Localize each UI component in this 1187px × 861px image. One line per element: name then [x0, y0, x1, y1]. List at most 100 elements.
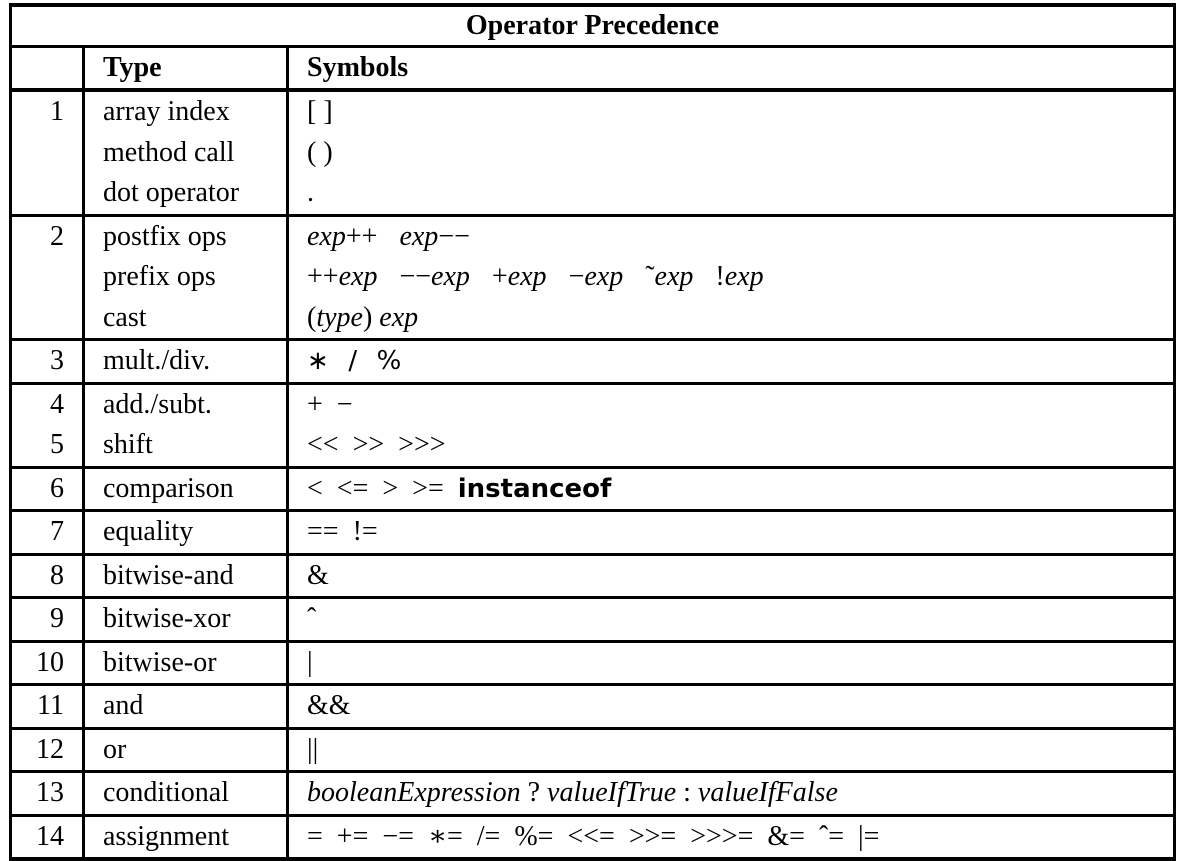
operator-type: conditional — [103, 777, 229, 808]
table-row: 11 and && — [9, 684, 1177, 730]
operator-type-cell: mult./div. — [82, 339, 289, 385]
table-row: 3 mult./div. ∗ / % — [9, 339, 1177, 385]
operator-type: or — [103, 733, 127, 765]
table-row: 2 postfix ops prefix ops cast exp++ exp−− ++ex… — [9, 215, 1177, 341]
operator-symbols: booleanExpression ? valueIfTrue : valueI… — [307, 773, 1173, 814]
operator-symbols-cell: && — [285, 684, 1177, 730]
operator-type-cell: or — [82, 728, 289, 773]
operator-type-cell: comparison — [82, 467, 289, 512]
operator-symbols: ˆ — [307, 599, 1173, 640]
precedence-level-cell: 13 — [9, 771, 85, 817]
symbol: . — [307, 177, 314, 208]
table-row: 13 conditional booleanExpression ? valueIf… — [9, 771, 1177, 817]
precedence-level: 14 — [36, 820, 64, 852]
table-row: 14 assignment = += −= ∗= /= %= <<= >>= >>>… — [9, 815, 1177, 861]
table-row: 6 comparison < <= > >= instanceof — [9, 467, 1177, 512]
symbol: ++ — [345, 220, 378, 252]
precedence-level: 9 — [50, 603, 64, 634]
precedence-level: 5 — [50, 429, 64, 460]
operator-type-cell: and — [82, 684, 289, 730]
symbol: ! — [715, 261, 725, 292]
symbol: ˆ — [307, 603, 317, 634]
operator-type: assignment — [103, 820, 229, 852]
operator-type: mult./div. — [103, 345, 211, 376]
operand: exp — [431, 261, 470, 292]
symbol: ∗ / % — [307, 346, 403, 376]
precedence-level-cell: 6 — [9, 467, 85, 512]
operator-type: array index — [103, 96, 230, 127]
operator-type: cast — [103, 301, 147, 333]
operator-type-cell: bitwise-and — [82, 554, 289, 599]
symbol: = += −= ∗= /= %= <<= >>= >>>= &= ˆ= |= — [307, 820, 880, 852]
symbol: ++ — [307, 261, 339, 292]
operator-type: equality — [103, 516, 194, 547]
precedence-level: 13 — [36, 777, 64, 808]
operator-symbols: ++exp −−exp +exp −exp ˜exp !exp — [307, 257, 1173, 298]
operator-symbols: ( ) — [307, 133, 1173, 174]
operator-symbols: exp++ exp−− — [307, 217, 1173, 258]
operator-symbols-cell: & — [285, 554, 1177, 599]
symbol: −− — [399, 261, 432, 292]
table-row: 4 5 add./subt. shift + − << >> >>> — [9, 383, 1177, 469]
symbol: + − — [307, 388, 353, 420]
precedence-level-cell: 14 — [9, 815, 85, 861]
operator-symbols: ∗ / % — [307, 341, 1173, 382]
operator-symbols: && — [307, 686, 1173, 727]
operator-type-cell: array index method call dot operator — [82, 90, 289, 217]
operator-type: method call — [103, 136, 235, 168]
symbol: − — [568, 261, 585, 292]
operator-type: bitwise-or — [103, 646, 217, 678]
operator-symbols-cell: = += −= ∗= /= %= <<= >>= >>>= &= ˆ= |= — [285, 815, 1177, 861]
operator-symbols-cell: ∗ / % — [285, 339, 1177, 385]
operand: booleanExpression — [307, 777, 521, 808]
operator-type-cell: assignment — [82, 815, 289, 861]
table-title: Operator Precedence — [8, 3, 1177, 48]
table-row: 1 array index method call dot operator [ ] ( … — [9, 90, 1177, 217]
operator-type-cell: bitwise-xor — [82, 597, 289, 643]
symbol: && — [307, 690, 351, 721]
operator-type: comparison — [103, 472, 234, 504]
operator-symbols-cell: exp++ exp−− ++exp −−exp +exp −exp ˜exp !exp (typ… — [285, 215, 1177, 341]
precedence-level-cell: 3 — [9, 339, 85, 385]
precedence-level-cell: 10 — [9, 641, 85, 686]
operator-type: dot operator — [103, 177, 240, 208]
precedence-level: 1 — [50, 96, 64, 127]
precedence-level: 3 — [50, 345, 64, 376]
operand: exp — [307, 220, 346, 252]
operand: exp — [338, 261, 378, 292]
operator-symbols-cell: + − << >> >>> — [285, 383, 1177, 469]
precedence-level: 4 — [50, 388, 64, 420]
operator-type-cell: bitwise-or — [82, 641, 289, 686]
operator-type: shift — [103, 429, 153, 460]
precedence-level-cell: 11 — [9, 684, 85, 730]
symbol: ˜ — [645, 261, 655, 292]
precedence-level: 6 — [50, 472, 64, 504]
precedence-level-cell: 12 — [9, 728, 85, 773]
keyword: instanceof — [457, 473, 612, 504]
symbol: << >> >>> — [307, 429, 446, 460]
symbol: [ ] — [307, 96, 333, 127]
operator-symbols: == != — [307, 512, 1173, 553]
symbol: ) — [362, 301, 380, 333]
operator-symbols-cell: ˆ — [285, 597, 1177, 643]
table-header-row: Type Symbols — [9, 46, 1177, 92]
precedence-level: 8 — [50, 559, 64, 591]
symbol: ( — [307, 301, 317, 333]
operator-symbols-cell: [ ] ( ). — [285, 90, 1177, 217]
precedence-level: 7 — [50, 516, 64, 547]
operand: exp — [399, 220, 439, 252]
symbol: ( ) — [307, 136, 333, 168]
operator-symbols-cell: || — [285, 728, 1177, 773]
precedence-level-cell: 1 — [9, 90, 85, 217]
operator-symbols: + − — [307, 385, 1173, 426]
operator-type: add./subt. — [103, 388, 212, 420]
symbol: + — [491, 261, 508, 292]
symbol: & — [307, 559, 329, 591]
symbol: == != — [307, 516, 378, 547]
precedence-level-cell: 9 — [9, 597, 85, 643]
operand: exp — [507, 261, 547, 292]
precedence-level: 2 — [50, 220, 64, 252]
operator-type-cell: add./subt. shift — [82, 383, 289, 469]
operator-symbols: & — [307, 556, 1173, 597]
operator-symbols: || — [307, 730, 1173, 771]
